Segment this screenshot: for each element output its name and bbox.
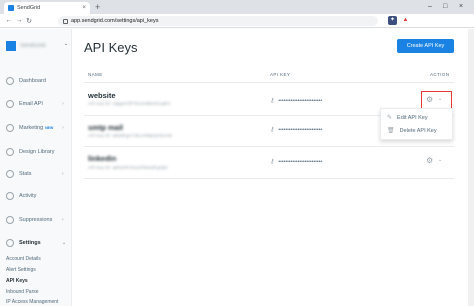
- chevron-right-icon: ›: [62, 101, 64, 107]
- menu-item-label: Delete API Key: [399, 127, 437, 134]
- api-key-name: website: [88, 91, 116, 100]
- sidebar-item-label: Suppressions: [19, 217, 53, 223]
- api-key-name: linkedin: [88, 154, 117, 163]
- key-icon: ⚷: [270, 159, 275, 165]
- sidebar-item-stats[interactable]: Stats ›: [6, 170, 68, 178]
- browser-tab-bar: SendGrid × + – □ ×: [0, 0, 474, 14]
- sidebar-item-label: Email API: [19, 101, 43, 107]
- dashboard-icon: [6, 77, 14, 85]
- browser-toolbar: ← → ↻ app.sendgrid.com/settings/api_keys…: [0, 14, 474, 28]
- back-button[interactable]: ←: [4, 17, 14, 24]
- edit-api-key-menu-item[interactable]: ✎ Edit API Key: [387, 114, 428, 122]
- sidebar-item-dashboard[interactable]: Dashboard: [6, 77, 68, 85]
- column-header-name: NAME: [88, 72, 103, 77]
- sidebar: SendGrid ⌄ Dashboard Email API › Marketi…: [0, 29, 72, 306]
- sidebar-sub-alert-settings[interactable]: Alert Settings: [6, 267, 36, 273]
- sidebar-item-email-api[interactable]: Email API ›: [6, 100, 68, 108]
- email-api-icon: [6, 100, 14, 108]
- stats-icon: [6, 170, 14, 178]
- table-divider: [84, 146, 454, 147]
- key-icon: ⚷: [270, 98, 275, 104]
- table-divider: [84, 178, 454, 179]
- sidebar-item-design-library[interactable]: Design Library: [6, 148, 68, 156]
- api-key-mask-text: •••••••••••••••••••••••••: [278, 126, 323, 133]
- sidebar-item-label: Stats: [19, 171, 32, 177]
- account-switcher[interactable]: SendGrid ⌄: [6, 41, 68, 51]
- sidebar-item-label: Design Library: [19, 149, 55, 155]
- table-divider: [84, 82, 454, 83]
- sidebar-item-suppressions[interactable]: Suppressions ›: [6, 216, 68, 224]
- create-api-key-button[interactable]: Create API Key: [397, 39, 454, 53]
- chevron-right-icon: ›: [62, 125, 64, 131]
- sidebar-item-settings[interactable]: Settings ⌄: [6, 239, 68, 247]
- design-library-icon: [6, 148, 14, 156]
- delete-api-key-menu-item[interactable]: 🗑 Delete API Key: [387, 127, 437, 135]
- browser-tab[interactable]: SendGrid ×: [4, 2, 90, 14]
- activity-icon: [6, 192, 14, 200]
- pencil-icon: ✎: [387, 115, 393, 121]
- page-title: API Keys: [84, 40, 138, 55]
- chevron-down-icon[interactable]: ⌄: [438, 157, 442, 163]
- marketing-icon: [6, 124, 14, 132]
- chevron-down-icon: ⌄: [62, 240, 67, 246]
- api-key-masked: ⚷ •••••••••••••••••••••••••: [270, 97, 323, 105]
- chevron-right-icon: ›: [62, 171, 64, 177]
- column-header-api-key: API KEY: [270, 72, 291, 77]
- chevron-down-icon: ⌄: [64, 41, 69, 47]
- action-dropdown-menu: ✎ Edit API Key 🗑 Delete API Key: [380, 108, 453, 140]
- lock-icon: [63, 18, 68, 24]
- sidebar-item-label: Activity: [19, 193, 37, 199]
- tab-close-icon[interactable]: ×: [82, 5, 86, 11]
- chevron-right-icon: ›: [62, 217, 64, 223]
- sidebar-sub-ip-access-management[interactable]: IP Access Management: [6, 299, 58, 305]
- new-badge: NEW: [45, 126, 54, 130]
- api-key-id: API Key ID: ndpgHCfPTk1XnBlw3GoqRA: [88, 101, 171, 106]
- tab-title: SendGrid: [17, 5, 41, 11]
- forward-button[interactable]: →: [14, 17, 24, 24]
- key-icon: ⚷: [270, 127, 275, 133]
- extension-warning-icon[interactable]: ▲: [401, 16, 410, 25]
- sidebar-item-marketing[interactable]: Marketing NEW ›: [6, 124, 68, 132]
- minimize-button[interactable]: –: [428, 1, 432, 13]
- sidebar-item-activity[interactable]: Activity: [6, 192, 68, 200]
- api-key-mask-text: •••••••••••••••••••••••••: [278, 97, 323, 104]
- maximize-button[interactable]: □: [443, 1, 447, 13]
- api-key-name: smtp mail: [88, 123, 124, 132]
- address-bar[interactable]: app.sendgrid.com/settings/api_keys: [58, 16, 378, 26]
- api-key-masked: ⚷ •••••••••••••••••••••••••: [270, 126, 323, 134]
- api-key-mask-text: •••••••••••••••••••••••••: [278, 158, 323, 165]
- reload-button[interactable]: ↻: [24, 17, 34, 25]
- suppressions-icon: [6, 216, 14, 224]
- extension-shield-icon[interactable]: ✦: [388, 16, 397, 25]
- url-text: app.sendgrid.com/settings/api_keys: [71, 18, 159, 24]
- sidebar-item-label: Dashboard: [19, 78, 46, 84]
- new-tab-button[interactable]: +: [95, 1, 100, 13]
- account-name: SendGrid: [20, 43, 46, 49]
- sidebar-sub-api-keys[interactable]: API Keys: [6, 278, 28, 284]
- sendgrid-favicon-icon: [8, 5, 14, 11]
- column-header-action: ACTION: [430, 72, 450, 77]
- settings-icon: [6, 239, 14, 247]
- api-key-masked: ⚷ •••••••••••••••••••••••••: [270, 158, 323, 166]
- sidebar-sub-account-details[interactable]: Account Details: [6, 256, 41, 262]
- action-menu-highlight: [421, 91, 452, 109]
- trash-icon: 🗑: [387, 128, 395, 134]
- window-close-button[interactable]: ×: [459, 1, 463, 13]
- sendgrid-logo-icon: [6, 41, 16, 51]
- api-key-id: API Key ID: qW2eRtY6uIoP8aSdFgHjKl: [88, 165, 168, 170]
- scrollbar[interactable]: [468, 29, 474, 306]
- sidebar-sub-inbound-parse[interactable]: Inbound Parse: [6, 289, 39, 295]
- api-key-id: API Key ID: aB3dFgH7JkLmN9pQrStUvW: [88, 133, 173, 138]
- gear-icon[interactable]: ⚙: [426, 156, 433, 165]
- sidebar-item-label: Marketing: [19, 125, 44, 131]
- sidebar-item-label: Settings: [19, 240, 41, 246]
- menu-item-label: Edit API Key: [397, 114, 428, 121]
